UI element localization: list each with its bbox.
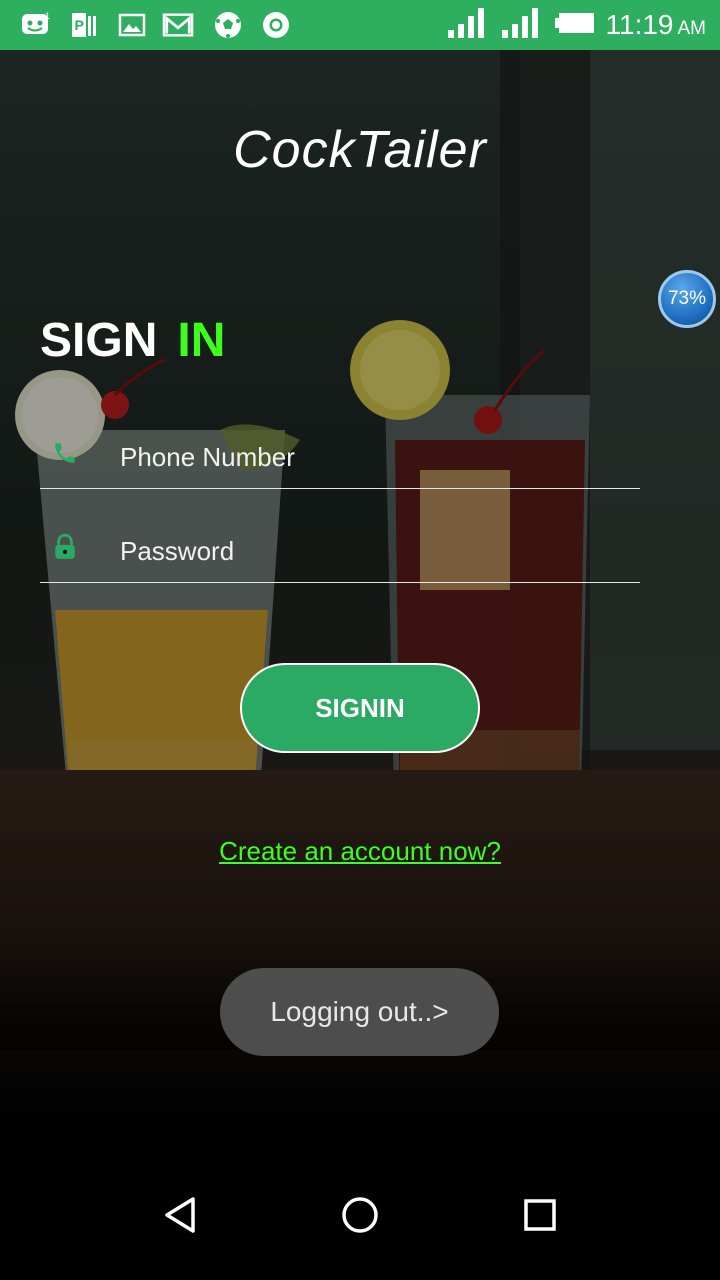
- messenger-icon: 1: [20, 10, 52, 40]
- home-icon[interactable]: [330, 1185, 390, 1245]
- chrome-icon: [260, 10, 292, 40]
- signin-heading-word1: SIGN: [40, 314, 158, 367]
- recents-icon[interactable]: [510, 1185, 570, 1245]
- password-field[interactable]: [40, 522, 640, 583]
- status-bar: 1 P 11:19 AM: [0, 0, 720, 50]
- gmail-icon: [162, 10, 194, 40]
- svg-text:P: P: [75, 17, 84, 33]
- battery-overlay-widget[interactable]: 73%: [658, 270, 716, 328]
- signin-button[interactable]: SIGNIN: [240, 663, 480, 753]
- pdf-reader-icon: P: [68, 10, 100, 40]
- signal-sim2-icon: [500, 6, 544, 44]
- lock-icon: [50, 532, 80, 562]
- battery-icon: [554, 12, 596, 38]
- signin-heading-word2: IN: [177, 314, 226, 367]
- svg-text:1: 1: [45, 11, 50, 21]
- create-account-link[interactable]: Create an account now?: [219, 836, 501, 866]
- phone-number-input[interactable]: [120, 428, 620, 486]
- create-account-container: Create an account now?: [0, 836, 720, 867]
- back-icon[interactable]: [150, 1185, 210, 1245]
- toast-message: Logging out..>: [220, 968, 499, 1056]
- clock: 11:19 AM: [605, 9, 707, 40]
- signal-sim1-icon: [446, 6, 490, 44]
- app-title: CockTailer: [233, 121, 487, 179]
- gallery-icon: [116, 10, 148, 40]
- battery-percent: 73%: [667, 288, 707, 309]
- navigation-bar: [0, 1150, 720, 1280]
- soccer-ball-icon: [212, 10, 244, 40]
- phone-icon: [50, 438, 80, 468]
- phone-number-field[interactable]: [40, 428, 640, 489]
- password-input[interactable]: [120, 522, 620, 580]
- signin-heading: SIGN IN: [40, 313, 225, 368]
